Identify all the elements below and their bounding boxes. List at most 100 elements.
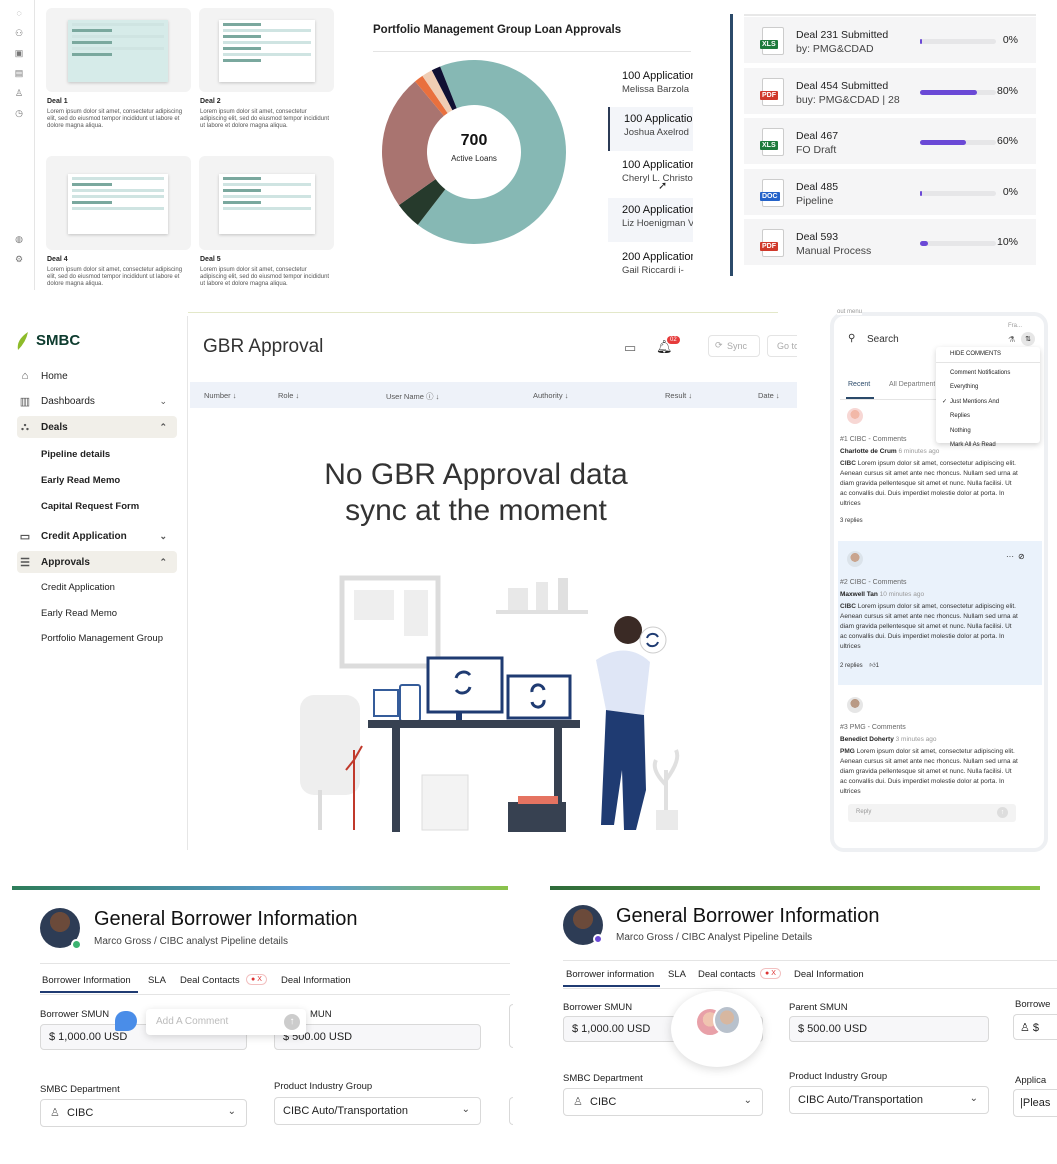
chart-icon: ▥ (19, 395, 31, 408)
more-icon[interactable]: ··· (1006, 552, 1014, 561)
legend-item[interactable]: 200 Applications Liz Hoenigman V (608, 198, 693, 242)
nav-deals[interactable]: ⛬ Deals ⌃ (17, 416, 177, 438)
tab-sla[interactable]: SLA (668, 969, 686, 980)
deal-row[interactable]: PDF Deal 454 Submitted buy: PMG&CDAD | 28 8… (744, 67, 1036, 116)
col-authority[interactable]: Authority ↓ (533, 391, 568, 400)
deal-row[interactable]: XLS Deal 231 Submitted by: PMG&CDAD 0% (744, 17, 1036, 65)
deal-thumbnail[interactable] (46, 156, 191, 250)
reply-input[interactable]: Reply ↑ (848, 804, 1016, 822)
active-tab-indicator (40, 991, 138, 993)
dashboard-icon[interactable]: ▣ (8, 48, 30, 68)
user-icon[interactable]: ♙ (8, 88, 30, 108)
nav-approvals[interactable]: ☰ Approvals ⌃ (17, 551, 177, 573)
sort-icon[interactable]: ⇅ (1021, 332, 1035, 346)
menu-icon[interactable]: ◌ (8, 8, 30, 28)
deal-row[interactable]: DOC Deal 485 Pipeline 0% (744, 168, 1036, 217)
smbc-department-select[interactable]: ♙ CIBC ⌄ (40, 1099, 247, 1127)
progress-percent: 80% (996, 84, 1018, 97)
menu-hide-comments[interactable]: Hide comments (950, 351, 1001, 357)
chevron-up-icon: ⌃ (159, 421, 167, 432)
menu-just-mentions[interactable]: Just Mentions And (950, 399, 999, 405)
comment-pin-icon[interactable] (115, 1011, 137, 1031)
file-icon: XLS (760, 128, 784, 156)
cut-field (509, 1004, 513, 1048)
comment-text: Lorem ipsum dolor sit amet, consectetur … (840, 603, 1018, 650)
nav-credit-application-sub[interactable]: Credit Application (41, 582, 115, 593)
status-icon (593, 934, 603, 944)
nav-credit-application[interactable]: ▭ Credit Application ⌄ (17, 525, 177, 547)
deal-title: Deal 454 Submitted (796, 79, 889, 92)
tab-borrower-information[interactable]: Borrower Information (42, 975, 131, 986)
col-date[interactable]: Date ↓ (758, 391, 780, 400)
chevron-down-icon: ⌄ (743, 1095, 752, 1106)
menu-everything[interactable]: Everything (950, 384, 978, 390)
goto-button[interactable]: Go to (767, 335, 797, 357)
nav-pipeline-details[interactable]: Pipeline details (41, 449, 110, 460)
document-icon[interactable]: ▤ (8, 68, 30, 88)
deal-status: by: PMG&CDAD (796, 43, 874, 55)
legend-item[interactable]: 100 Applications Joshua Axelrod (608, 107, 693, 151)
chat-icon[interactable]: ▭ (624, 340, 636, 356)
parent-smun-input[interactable]: $ 500.00 USD (789, 1016, 989, 1042)
empty-state-line1: No GBR Approval data (324, 458, 628, 491)
parent-smun-label: Parent SMUN (789, 1002, 848, 1013)
borrower-field-input[interactable]: ♙ $ (1013, 1014, 1057, 1040)
replies-link[interactable]: 2 replies (840, 663, 863, 669)
resolve-icon[interactable]: ⊘ (1018, 552, 1025, 561)
tab-all-departments[interactable]: All Departments (889, 381, 935, 388)
nav-early-read-memo-sub[interactable]: Early Read Memo (41, 608, 117, 619)
nav-capital-request-form[interactable]: Capital Request Form (41, 501, 139, 512)
tab-deal-contacts[interactable]: Deal contacts (698, 969, 756, 980)
tab-deal-information[interactable]: Deal Information (794, 969, 864, 980)
users-icon[interactable]: ⚇ (8, 28, 30, 48)
user-edit-icon: ♙ (1020, 1022, 1030, 1034)
product-industry-group-select[interactable]: CIBC Auto/Transportation ⌄ (789, 1086, 989, 1114)
nav-early-read-memo[interactable]: Early Read Memo (41, 475, 120, 486)
menu-replies[interactable]: Replies (950, 413, 970, 419)
col-role[interactable]: Role ↓ (278, 391, 299, 400)
nav-dashboards[interactable]: ▥ Dashboards ⌄ (17, 390, 177, 412)
deal-row[interactable]: PDF Deal 593 Manual Process 10% (744, 219, 1036, 267)
legend-item[interactable]: 100 Applications Melissa Barzola (608, 64, 693, 108)
deal-label: Deal 5 (200, 256, 221, 263)
nav-portfolio-management-group[interactable]: Portfolio Management Group (41, 633, 163, 644)
deal-thumbnail[interactable] (46, 8, 191, 92)
application-input[interactable]: |Pleas (1013, 1089, 1057, 1117)
tab-deal-information[interactable]: Deal Information (281, 975, 351, 986)
divider (40, 994, 510, 995)
tab-recent[interactable]: Recent (848, 381, 870, 388)
tab-sla[interactable]: SLA (148, 975, 166, 986)
product-industry-group-select[interactable]: CIBC Auto/Transportation ⌄ (274, 1097, 481, 1125)
legend-item[interactable]: 200 Applications Gail Riccardi i- (608, 245, 693, 289)
tab-deal-contacts[interactable]: Deal Contacts (180, 975, 240, 986)
tab-borrower-information[interactable]: Borrower information (566, 969, 654, 980)
collaborators-bubble[interactable] (671, 991, 763, 1067)
deal-snippet: Lorem ipsum dolor sit amet, consectetur … (200, 109, 330, 129)
menu-nothing[interactable]: Nothing (950, 428, 971, 434)
legend-count: 100 Applications (622, 159, 693, 171)
add-comment-input[interactable]: Add A Comment ↑ (146, 1009, 306, 1035)
nav-home[interactable]: ⌂ Home (17, 365, 68, 387)
history-icon[interactable]: ◷ (8, 108, 30, 128)
globe-icon[interactable]: ◍ (8, 234, 30, 254)
user-icon: ♙ (50, 1107, 60, 1119)
replies-link[interactable]: 3 replies (840, 518, 1040, 524)
col-result[interactable]: Result ↓ (665, 391, 692, 400)
settings-icon[interactable]: ⚙ (8, 254, 30, 274)
donut-center-value: 700 (460, 132, 488, 149)
deal-row[interactable]: XLS Deal 467 FO Draft 60% (744, 118, 1036, 166)
col-number[interactable]: Number ↓ (204, 391, 237, 400)
panel-header-cut: out menu (837, 309, 863, 315)
deal-thumbnail[interactable] (199, 156, 334, 250)
sync-button[interactable]: ⟳ Sync (708, 335, 760, 357)
deal-thumbnail[interactable] (199, 8, 334, 92)
legend-item[interactable]: 100 ApplicationsCheryl L. Christo➚ (608, 153, 693, 197)
search-input[interactable]: Search (867, 334, 899, 345)
deal-title: Deal 485 (796, 180, 839, 193)
donut-chart (382, 60, 566, 244)
filter-icon[interactable]: ⚗ (1008, 335, 1015, 344)
smbc-department-select[interactable]: ♙ CIBC ⌄ (563, 1088, 763, 1116)
col-user-name[interactable]: User Name ⓘ ↓ (386, 391, 439, 402)
menu-comment-notifications[interactable]: Comment Notifications (950, 370, 1010, 376)
org: PMG (840, 748, 855, 755)
